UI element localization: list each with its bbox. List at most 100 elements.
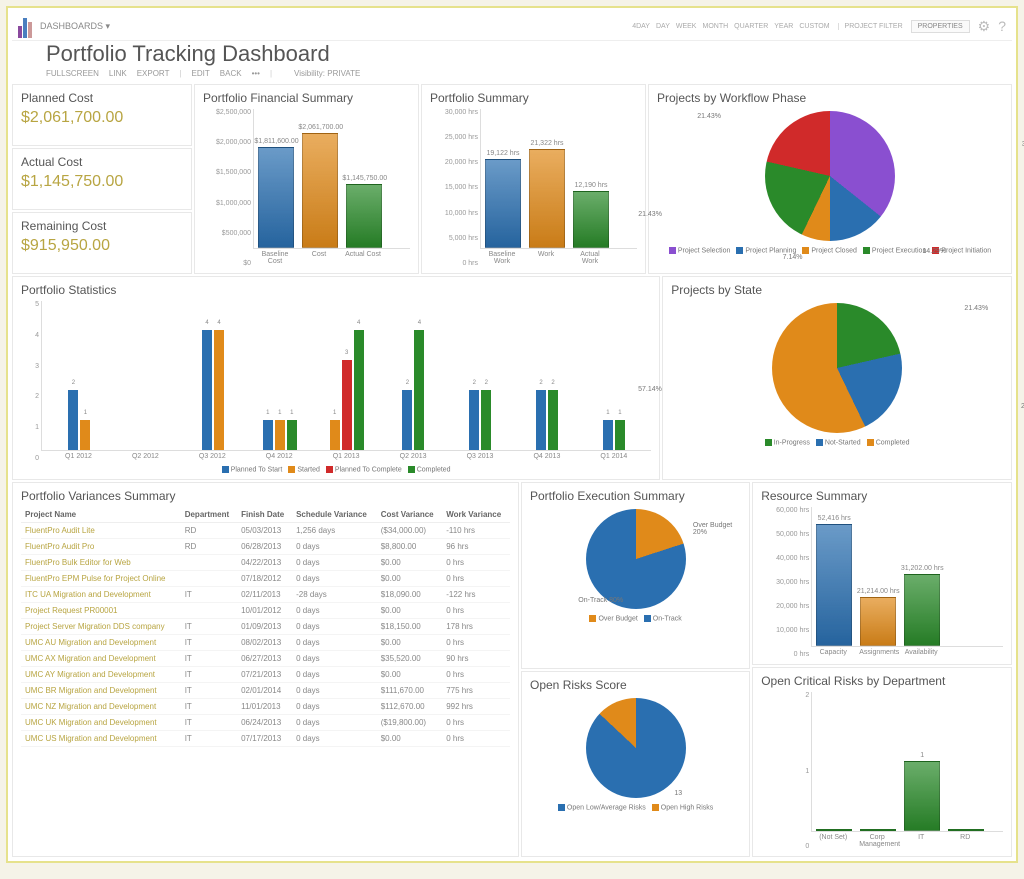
range-year[interactable]: YEAR: [774, 23, 793, 30]
pie-chart[interactable]: [586, 509, 686, 609]
range-quarter[interactable]: QUARTER: [734, 23, 768, 30]
bar-group: 24: [380, 330, 447, 450]
panel-title: Open Risks Score: [530, 678, 741, 692]
range-month[interactable]: MONTH: [702, 23, 728, 30]
bar[interactable]: 1: [603, 420, 613, 450]
kpi-planned-cost: Planned Cost $2,061,700.00: [12, 84, 192, 146]
table-row[interactable]: UMC AY Migration and DevelopmentIT07/21/…: [21, 667, 510, 683]
bar[interactable]: 2: [481, 390, 491, 450]
title-bar: Portfolio Tracking Dashboard FULLSCREENL…: [12, 41, 1012, 84]
table-row[interactable]: UMC AX Migration and DevelopmentIT06/27/…: [21, 651, 510, 667]
bar-group: 22: [514, 390, 581, 450]
bar[interactable]: 3: [342, 360, 352, 450]
legend-item[interactable]: Planned To Start: [222, 466, 283, 473]
bar[interactable]: 2: [469, 390, 479, 450]
legend-item[interactable]: Project Selection: [669, 247, 731, 254]
bar-group: 22: [447, 390, 514, 450]
bar[interactable]: 1: [80, 420, 90, 450]
pie-chart[interactable]: [586, 698, 686, 798]
panel-title: Portfolio Summary: [430, 91, 637, 105]
legend-item[interactable]: Project Execution: [863, 247, 926, 254]
chart-execution-summary: Portfolio Execution SummaryOver Budget 2…: [521, 482, 750, 669]
pie-chart[interactable]: [765, 111, 895, 241]
bar[interactable]: 2: [536, 390, 546, 450]
table-row[interactable]: FluentPro Audit ProRD06/28/20130 days$8,…: [21, 539, 510, 555]
kpi-value: $1,145,750.00: [21, 173, 183, 191]
bar[interactable]: 4: [354, 330, 364, 450]
bar-group: 21: [46, 390, 113, 450]
menu-link[interactable]: LINK: [109, 69, 127, 78]
bar[interactable]: 4: [202, 330, 212, 450]
legend-item[interactable]: Planned To Complete: [326, 466, 402, 473]
gear-icon[interactable]: ⚙: [978, 18, 991, 35]
legend-item[interactable]: Project Closed: [802, 247, 857, 254]
bar[interactable]: 1: [263, 420, 273, 450]
project-filter[interactable]: PROJECT FILTER: [838, 23, 903, 30]
time-range-bar: 4DAY DAY WEEK MONTH QUARTER YEAR CUSTOM: [632, 23, 829, 30]
table-row[interactable]: FluentPro Audit LiteRD05/03/20131,256 da…: [21, 523, 510, 539]
range-4day[interactable]: 4DAY: [632, 23, 650, 30]
chart-critical-risks: Open Critical Risks by Department2101(No…: [752, 667, 1012, 857]
bar[interactable]: 2: [548, 390, 558, 450]
table-variances-summary: Portfolio Variances Summary Project Name…: [12, 482, 519, 857]
app-logo: [18, 14, 32, 38]
table-row[interactable]: Project Server Migration DDS companyIT01…: [21, 619, 510, 635]
panel-title: Resource Summary: [761, 489, 1003, 503]
bar[interactable]: 2: [402, 390, 412, 450]
legend-item[interactable]: Open Low/Average Risks: [558, 804, 646, 811]
menu-|: |: [179, 69, 181, 78]
table-row[interactable]: UMC AU Migration and DevelopmentIT08/02/…: [21, 635, 510, 651]
table-row[interactable]: UMC UK Migration and DevelopmentIT06/24/…: [21, 715, 510, 731]
bar[interactable]: 1: [615, 420, 625, 450]
kpi-label: Planned Cost: [21, 91, 183, 105]
table-row[interactable]: UMC NZ Migration and DevelopmentIT11/01/…: [21, 699, 510, 715]
bar[interactable]: 1: [287, 420, 297, 450]
col-header[interactable]: Finish Date: [237, 507, 292, 523]
panel-title: Portfolio Variances Summary: [21, 489, 510, 503]
table-row[interactable]: ITC UA Migration and DevelopmentIT02/11/…: [21, 587, 510, 603]
range-week[interactable]: WEEK: [676, 23, 697, 30]
legend-item[interactable]: Completed: [867, 439, 910, 446]
col-header[interactable]: Project Name: [21, 507, 181, 523]
table-row[interactable]: Project Request PR0000110/01/20120 days$…: [21, 603, 510, 619]
visibility-label: Visibility: PRIVATE: [294, 69, 360, 78]
legend-item[interactable]: On-Track: [644, 615, 682, 622]
col-header[interactable]: Cost Variance: [377, 507, 443, 523]
menu-back[interactable]: BACK: [220, 69, 242, 78]
help-icon[interactable]: ?: [998, 18, 1006, 34]
col-header[interactable]: Schedule Variance: [292, 507, 377, 523]
bar[interactable]: 4: [414, 330, 424, 450]
table-row[interactable]: UMC US Migration and DevelopmentIT07/17/…: [21, 731, 510, 747]
range-custom[interactable]: CUSTOM: [799, 23, 829, 30]
chart-portfolio-summary: Portfolio Summary30,000 hrs25,000 hrs20,…: [421, 84, 646, 274]
chart-workflow-phase: Projects by Workflow Phase35.71%14.29%7.…: [648, 84, 1012, 274]
bar[interactable]: 1: [275, 420, 285, 450]
chart-financial-summary: Portfolio Financial Summary$2,500,000$2,…: [194, 84, 419, 274]
menu-fullscreen[interactable]: FULLSCREEN: [46, 69, 99, 78]
menu-•••[interactable]: •••: [252, 69, 260, 78]
bar[interactable]: 4: [214, 330, 224, 450]
bar[interactable]: 1: [330, 420, 340, 450]
kpi-value: $2,061,700.00: [21, 109, 183, 127]
bar[interactable]: 2: [68, 390, 78, 450]
menu-export[interactable]: EXPORT: [137, 69, 170, 78]
legend-item[interactable]: Completed: [408, 466, 451, 473]
col-header[interactable]: Department: [181, 507, 237, 523]
legend-item[interactable]: Started: [288, 466, 320, 473]
legend-item[interactable]: Not-Started: [816, 439, 861, 446]
legend-item[interactable]: Open High Risks: [652, 804, 714, 811]
table-row[interactable]: FluentPro Bulk Editor for Web04/22/20130…: [21, 555, 510, 571]
menu-edit[interactable]: EDIT: [192, 69, 210, 78]
bar-group: 134: [313, 330, 380, 450]
top-bar: DASHBOARDS ▾ 4DAY DAY WEEK MONTH QUARTER YEAR…: [12, 12, 1012, 41]
table-row[interactable]: FluentPro EPM Pulse for Project Online07…: [21, 571, 510, 587]
col-header[interactable]: Work Variance: [442, 507, 510, 523]
properties-button[interactable]: PROPERTIES: [911, 20, 970, 33]
legend-item[interactable]: Over Budget: [589, 615, 637, 622]
range-day[interactable]: DAY: [656, 23, 670, 30]
breadcrumb[interactable]: DASHBOARDS ▾: [40, 21, 624, 32]
bar-group: 111: [246, 420, 313, 450]
legend-item[interactable]: In-Progress: [765, 439, 810, 446]
pie-chart[interactable]: [772, 303, 902, 433]
table-row[interactable]: UMC BR Migration and DevelopmentIT02/01/…: [21, 683, 510, 699]
